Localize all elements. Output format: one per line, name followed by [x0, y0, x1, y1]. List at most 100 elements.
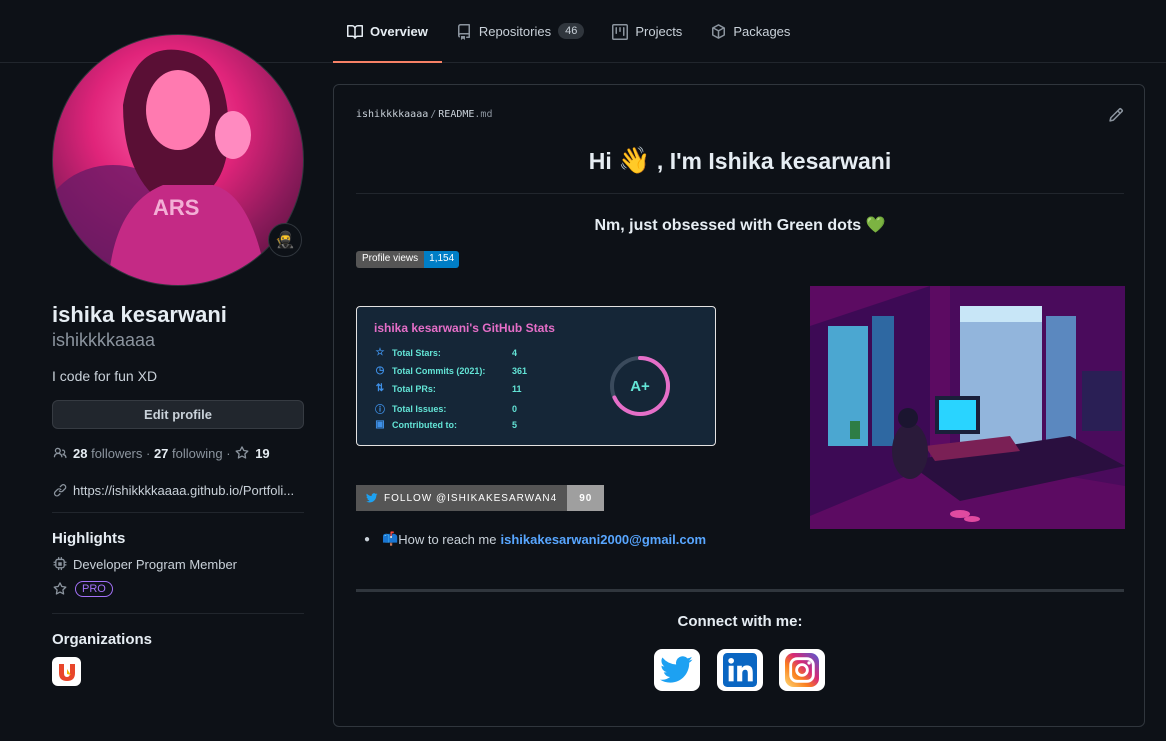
followers-label: followers [91, 445, 143, 461]
stars-link[interactable]: 19 [234, 445, 270, 461]
sidebar-divider [52, 512, 304, 513]
stats-label: Contributed to: [392, 419, 457, 430]
followers-link[interactable]: 28 followers [73, 446, 142, 461]
twitter-follow-badge[interactable]: FOLLOW @ISHIKAKESARWAN4 90 [356, 485, 605, 511]
organizations-heading: Organizations [52, 631, 153, 648]
stats-title: ishika kesarwani's GitHub Stats [374, 321, 555, 335]
twitter-follower-count: 90 [567, 485, 605, 511]
edit-profile-button[interactable]: Edit profile [52, 400, 304, 429]
list-bullet: ● [364, 533, 371, 545]
room-illustration [810, 286, 1125, 529]
twitter-follow-label: FOLLOW @ISHIKAKESARWAN4 [384, 492, 558, 504]
readme-file-ext: .md [474, 109, 493, 120]
website-link[interactable]: https://ishikkkkaaaa.github.io/Portfoli.… [52, 482, 304, 498]
profile-tabs: Overview Repositories 46 Projects Packag… [333, 16, 804, 63]
book-icon [347, 24, 363, 40]
repo-icon [456, 24, 472, 40]
avatar[interactable]: ARS [52, 34, 304, 286]
stats-grade: A+ [630, 377, 650, 395]
tab-packages-label: Packages [733, 24, 791, 39]
followers-count: 28 [73, 445, 88, 461]
developer-program-label: Developer Program Member [73, 556, 238, 572]
svg-text:ARS: ARS [153, 195, 199, 220]
developer-program-item: Developer Program Member [52, 556, 237, 572]
tab-projects[interactable]: Projects [598, 16, 696, 63]
instagram-icon [785, 653, 819, 687]
tab-repositories[interactable]: Repositories 46 [442, 16, 599, 63]
profile-views-badge: Profile views 1,154 [356, 251, 460, 268]
stats-value: 0 [512, 403, 518, 414]
instagram-link[interactable] [779, 649, 825, 691]
sidebar-divider [52, 613, 304, 614]
contact-list-item: ● 📫 How to reach me ishikakesarwani2000@… [364, 531, 706, 547]
website-url: https://ishikkkkaaaa.github.io/Portfoli.… [73, 482, 295, 498]
org-logo-icon [58, 663, 75, 681]
profile-views-label: Profile views [356, 251, 425, 268]
stats-value: 11 [512, 383, 522, 394]
heading-post: , I'm Ishika kesarwani [650, 148, 892, 174]
ninja-emoji-icon: 🥷 [275, 232, 295, 249]
dot-separator: · [222, 445, 235, 461]
reach-text: How to reach me [398, 531, 497, 547]
stats-value: 4 [512, 347, 518, 358]
linkedin-link[interactable] [717, 649, 763, 691]
heading-pre: Hi [588, 148, 619, 174]
pro-badge[interactable]: PRO [75, 581, 113, 597]
stats-label: Total Stars: [392, 347, 441, 358]
link-icon [52, 482, 68, 498]
email-link[interactable]: ishikakesarwani2000@gmail.com [501, 532, 707, 547]
pro-item: PRO [52, 581, 113, 597]
package-icon [710, 24, 726, 40]
readme-divider [356, 589, 1124, 592]
star-icon: ☆ [375, 347, 385, 358]
cpu-icon [52, 556, 68, 572]
github-stats-card[interactable]: ishika kesarwani's GitHub Stats ☆ Total … [356, 306, 716, 446]
readme-tagline: Nm, just obsessed with Green dots 💚 [594, 217, 886, 234]
highlights-heading: Highlights [52, 530, 126, 547]
pull-request-icon: ⇅ [375, 383, 385, 394]
tab-overview[interactable]: Overview [333, 16, 442, 63]
tab-packages[interactable]: Packages [696, 16, 804, 63]
project-icon [612, 24, 629, 40]
connect-heading: Connect with me: [677, 613, 803, 630]
mailbox-icon: 📫 [382, 531, 399, 546]
readme-card: ishikkkkaaaa / README.md Hi 👋 , I'm Ishika… [333, 84, 1145, 727]
stats-row: ▣ Contributed to: 5 [374, 419, 517, 430]
readme-file-link[interactable]: README.md [438, 109, 492, 120]
readme-owner-link[interactable]: ishikkkkaaaa [356, 109, 428, 120]
status-emoji-button[interactable]: 🥷 [268, 223, 302, 257]
organization-avatar[interactable] [52, 657, 81, 686]
readme-heading: Hi 👋 , I'm Ishika kesarwani [356, 145, 1124, 176]
linkedin-icon [723, 653, 757, 687]
stats-row: ⇅ Total PRs: 11 [374, 383, 522, 394]
repositories-counter: 46 [558, 23, 585, 39]
tab-projects-label: Projects [635, 24, 683, 39]
stats-label: Total Issues: [392, 403, 447, 414]
star-icon [234, 445, 250, 461]
pencil-icon[interactable] [1108, 107, 1124, 123]
twitter-icon [366, 493, 378, 503]
readme-breadcrumb: ishikkkkaaaa / README.md [356, 109, 493, 120]
star-icon [52, 581, 68, 597]
twitter-link[interactable] [654, 649, 700, 691]
history-icon: ◷ [375, 365, 385, 376]
stats-label: Total Commits (2021): [392, 365, 486, 376]
profile-bio: I code for fun XD [52, 368, 158, 384]
profile-full-name: ishika kesarwani [52, 302, 227, 327]
issue-icon: ⓘ [375, 405, 385, 416]
follow-stats: 28 followers · 27 following · 19 [52, 445, 270, 461]
stats-row: ◷ Total Commits (2021): 361 [374, 365, 527, 376]
stats-row: ⓘ Total Issues: 0 [374, 401, 518, 417]
tab-overview-label: Overview [370, 24, 428, 39]
stats-label: Total PRs: [392, 383, 436, 394]
stars-count: 19 [255, 445, 270, 461]
repo-icon: ▣ [375, 419, 385, 430]
following-link[interactable]: 27 following [154, 446, 223, 461]
profile-username: ishikkkkaaaa [52, 330, 156, 350]
following-label: following [172, 445, 223, 461]
following-count: 27 [153, 445, 169, 461]
profile-views-count: 1,154 [424, 251, 460, 268]
people-icon [52, 445, 68, 461]
stats-value: 361 [512, 365, 528, 376]
waving-hand-icon: 👋 [618, 145, 651, 175]
